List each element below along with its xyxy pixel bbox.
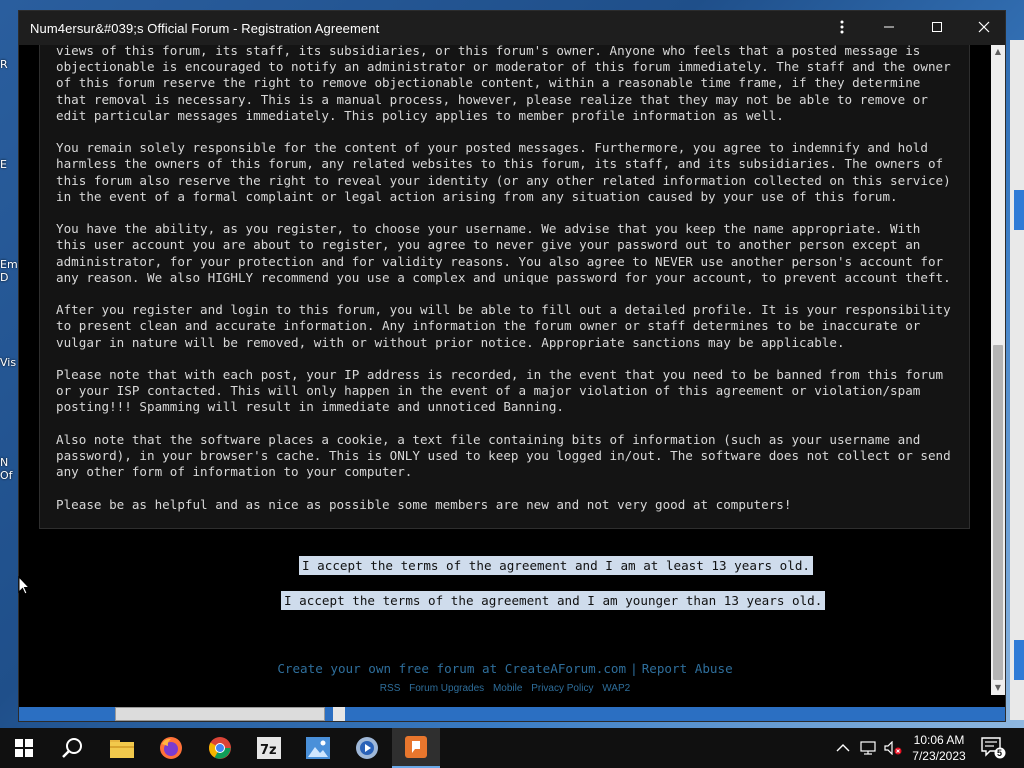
agreement-paragraph: Please be as helpful and as nice as poss… [56,496,792,512]
notification-count: 5 [997,748,1003,758]
file-explorer-icon [110,740,134,758]
desktop-icon-label[interactable]: R [0,58,20,71]
close-icon [978,21,990,33]
7zip-button[interactable]: 7z [245,728,293,768]
firefox-icon [160,737,182,759]
create-forum-link[interactable]: Create your own free forum at CreateAFor… [277,661,626,676]
mouse-cursor-icon [18,576,30,595]
media-player-icon [356,737,378,759]
chrome-icon [209,737,231,759]
agreement-text: views of this forum, its staff, its subs… [56,45,956,529]
desktop-icon-label[interactable]: Em D [0,258,20,284]
footer-links: RSS Forum Upgrades Mobile Privacy Policy… [19,683,991,694]
clock-time: 10:06 AM [913,733,965,747]
page-content: views of this forum, its staff, its subs… [19,45,991,695]
desktop-icon-label[interactable]: E [0,158,20,171]
firefox-button[interactable] [147,728,195,768]
file-explorer-button[interactable] [98,728,146,768]
vertical-scrollbar[interactable]: ▲ ▼ [991,45,1005,695]
close-button[interactable] [961,11,1007,43]
mobile-link[interactable]: Mobile [493,683,522,694]
taskbar-clock[interactable]: 10:06 AM 7/23/2023 [904,732,974,764]
background-window-block [1014,190,1024,230]
agreement-paragraph: views of this forum, its staff, its subs… [56,45,951,123]
rss-link[interactable]: RSS [380,683,401,694]
agreement-paragraph: You remain solely responsible for the co… [56,140,951,204]
maximize-icon [932,22,942,32]
system-tray [836,728,902,768]
chevron-up-icon[interactable] [836,743,850,753]
agreement-paragraph: Also note that the software places a coo… [56,431,951,480]
report-abuse-link[interactable]: Report Abuse [642,661,733,676]
privacy-policy-link[interactable]: Privacy Policy [531,683,593,694]
footer-main: Create your own free forum at CreateAFor… [19,661,991,676]
minimize-icon [884,26,894,28]
agreement-panel: views of this forum, its staff, its subs… [39,45,970,529]
browser-window: Num4ersur&#039;s Official Forum - Regist… [18,10,1006,722]
photos-icon [306,737,330,759]
window-bottom-edge [19,707,1005,721]
app-menu-button[interactable] [819,11,865,43]
desktop-icon-label[interactable]: N Of [0,456,20,482]
maximize-button[interactable] [914,11,960,43]
background-window-block [1014,640,1024,680]
forum-app-button[interactable] [392,728,440,768]
background-window-edge [1010,40,1024,720]
taskbar: 7z 10:06 AM 7/23/2023 5 [0,728,1024,768]
accept-under-13-button[interactable]: I accept the terms of the agreement and … [281,591,826,610]
minimize-button[interactable] [866,11,912,43]
agreement-paragraph: You have the ability, as you register, t… [56,221,951,285]
scroll-up-arrow-icon[interactable]: ▲ [991,45,1005,59]
window-title: Num4ersur&#039;s Official Forum - Regist… [30,21,380,36]
scroll-down-arrow-icon[interactable]: ▼ [991,681,1005,695]
notification-center-button[interactable]: 5 [980,736,1006,760]
agreement-paragraph: Please note that with each post, your IP… [56,367,944,415]
vertical-dots-icon [840,20,844,34]
desktop-icon-label[interactable]: Vis [0,356,20,369]
search-icon [62,738,82,758]
7zip-icon: 7z [257,737,281,759]
photos-button[interactable] [294,728,342,768]
clock-date: 7/23/2023 [912,749,966,763]
speaker-muted-icon[interactable] [884,741,902,755]
network-icon[interactable] [860,741,876,755]
accept-13-plus-button[interactable]: I accept the terms of the agreement and … [299,556,813,575]
start-button[interactable] [0,728,48,768]
search-button[interactable] [48,728,96,768]
footer-separator: | [630,661,638,676]
media-player-button[interactable] [343,728,391,768]
windows-logo-icon [15,739,33,757]
svg-text:7z: 7z [260,743,277,758]
scroll-thumb[interactable] [993,345,1003,680]
agreement-paragraph: After you register and login to this for… [56,302,951,350]
chrome-button[interactable] [196,728,244,768]
forum-upgrades-link[interactable]: Forum Upgrades [409,683,484,694]
background-tab [115,707,325,721]
title-bar[interactable]: Num4ersur&#039;s Official Forum - Regist… [19,11,1005,45]
wap2-link[interactable]: WAP2 [602,683,630,694]
background-tab [333,707,345,721]
notification-icon [981,737,1006,759]
forum-app-icon [405,736,427,758]
